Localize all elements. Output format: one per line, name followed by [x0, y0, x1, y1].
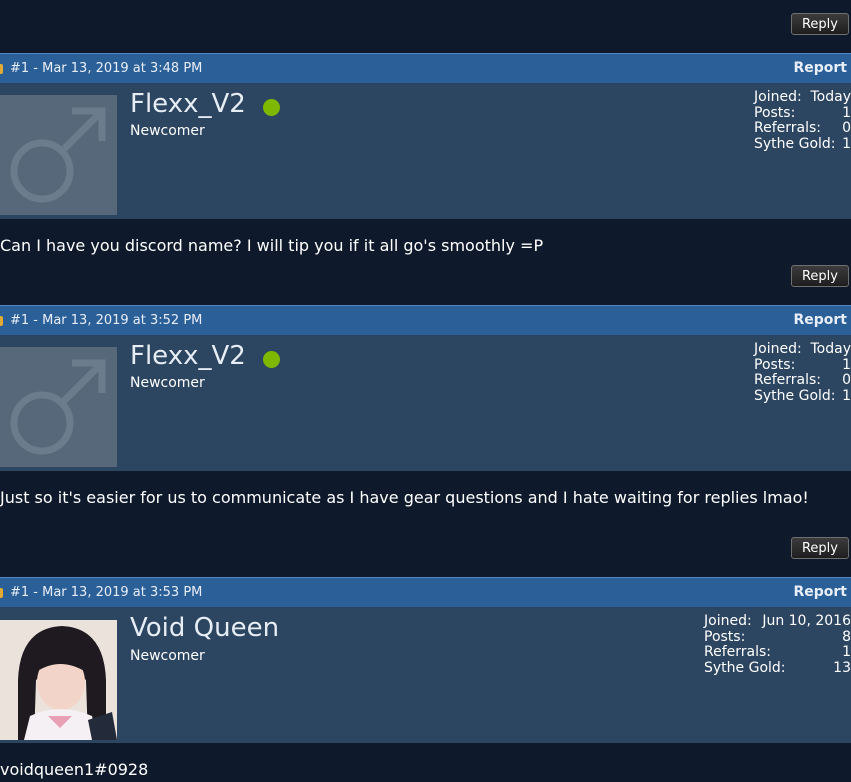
post: #1 - Mar 13, 2019 at 3:53 PM Report Void… — [0, 577, 851, 743]
referrals-label: Referrals: — [754, 120, 821, 137]
reply-button[interactable]: Reply — [791, 265, 849, 287]
post-marker-icon — [0, 316, 3, 326]
user-stats: Joined: Today Posts: 1 Referrals: 0 Sythe G… — [754, 89, 851, 152]
post-marker-icon — [0, 588, 3, 598]
joined-value: Jun 10, 2016 — [762, 613, 851, 629]
post: #1 - Mar 13, 2019 at 3:48 PM Report Flex… — [0, 53, 851, 219]
user-rank: Newcomer — [130, 648, 205, 664]
avatar[interactable] — [0, 95, 117, 215]
posts-label: Posts: — [704, 628, 746, 645]
report-link[interactable]: Report — [793, 312, 847, 328]
referrals-label: Referrals: — [704, 644, 771, 661]
gold-value: 1 — [842, 387, 851, 404]
avatar[interactable] — [0, 620, 117, 740]
gold-label: Sythe Gold: — [754, 135, 836, 152]
joined-label: Joined: — [754, 89, 802, 105]
gold-label: Sythe Gold: — [704, 659, 786, 676]
referrals-value: 0 — [842, 120, 851, 137]
user-rank: Newcomer — [130, 375, 205, 391]
report-link[interactable]: Report — [793, 584, 847, 600]
user-stats: Joined: Today Posts: 1 Referrals: 0 Sythe G… — [754, 341, 851, 404]
joined-value: Today — [810, 89, 851, 105]
user-rank: Newcomer — [130, 123, 205, 139]
gold-value: 1 — [842, 135, 851, 152]
posts-value: 1 — [842, 356, 851, 373]
post-header: #1 - Mar 13, 2019 at 3:52 PM Report — [0, 305, 851, 335]
post-header: #1 - Mar 13, 2019 at 3:53 PM Report — [0, 577, 851, 607]
report-link[interactable]: Report — [793, 60, 847, 76]
default-male-avatar-icon — [0, 95, 117, 215]
avatar[interactable] — [0, 347, 117, 467]
joined-label: Joined: — [754, 341, 802, 357]
referrals-value: 0 — [842, 372, 851, 389]
user-info-panel: Flexx_V2 Newcomer Joined: Today Posts: 1 R… — [0, 83, 851, 219]
posts-label: Posts: — [754, 104, 796, 121]
referrals-value: 1 — [842, 644, 851, 661]
username[interactable]: Flexx_V2 — [130, 89, 246, 119]
referrals-label: Referrals: — [754, 372, 821, 389]
post-date: #1 - Mar 13, 2019 at 3:48 PM — [10, 61, 203, 76]
reply-button[interactable]: Reply — [791, 13, 849, 35]
user-stats: Joined: Jun 10, 2016 Posts: 8 Referrals: 1 … — [704, 613, 851, 676]
posts-value: 1 — [842, 104, 851, 121]
online-status-icon — [263, 99, 280, 116]
joined-value: Today — [810, 341, 851, 357]
posts-value: 8 — [842, 628, 851, 645]
gold-label: Sythe Gold: — [754, 387, 836, 404]
post: #1 - Mar 13, 2019 at 3:52 PM Report Flex… — [0, 305, 851, 471]
post-header: #1 - Mar 13, 2019 at 3:48 PM Report — [0, 53, 851, 83]
post-message: Just so it's easier for us to communicat… — [0, 488, 809, 507]
default-male-avatar-icon — [0, 347, 117, 467]
username[interactable]: Flexx_V2 — [130, 341, 246, 371]
post-message: Can I have you discord name? I will tip … — [0, 236, 544, 255]
user-info-panel: Flexx_V2 Newcomer Joined: Today Posts: 1 R… — [0, 335, 851, 471]
username[interactable]: Void Queen — [130, 613, 279, 643]
post-date: #1 - Mar 13, 2019 at 3:52 PM — [10, 313, 203, 328]
post-message: voidqueen1#0928 — [0, 760, 149, 779]
post-marker-icon — [0, 64, 3, 74]
user-info-panel: Void Queen Newcomer Joined: Jun 10, 2016 … — [0, 607, 851, 743]
reply-button[interactable]: Reply — [791, 537, 849, 559]
user-photo-icon — [0, 620, 117, 740]
post-date: #1 - Mar 13, 2019 at 3:53 PM — [10, 585, 203, 600]
gold-value: 13 — [833, 659, 851, 676]
joined-label: Joined: — [704, 613, 752, 629]
posts-label: Posts: — [754, 356, 796, 373]
online-status-icon — [263, 351, 280, 368]
